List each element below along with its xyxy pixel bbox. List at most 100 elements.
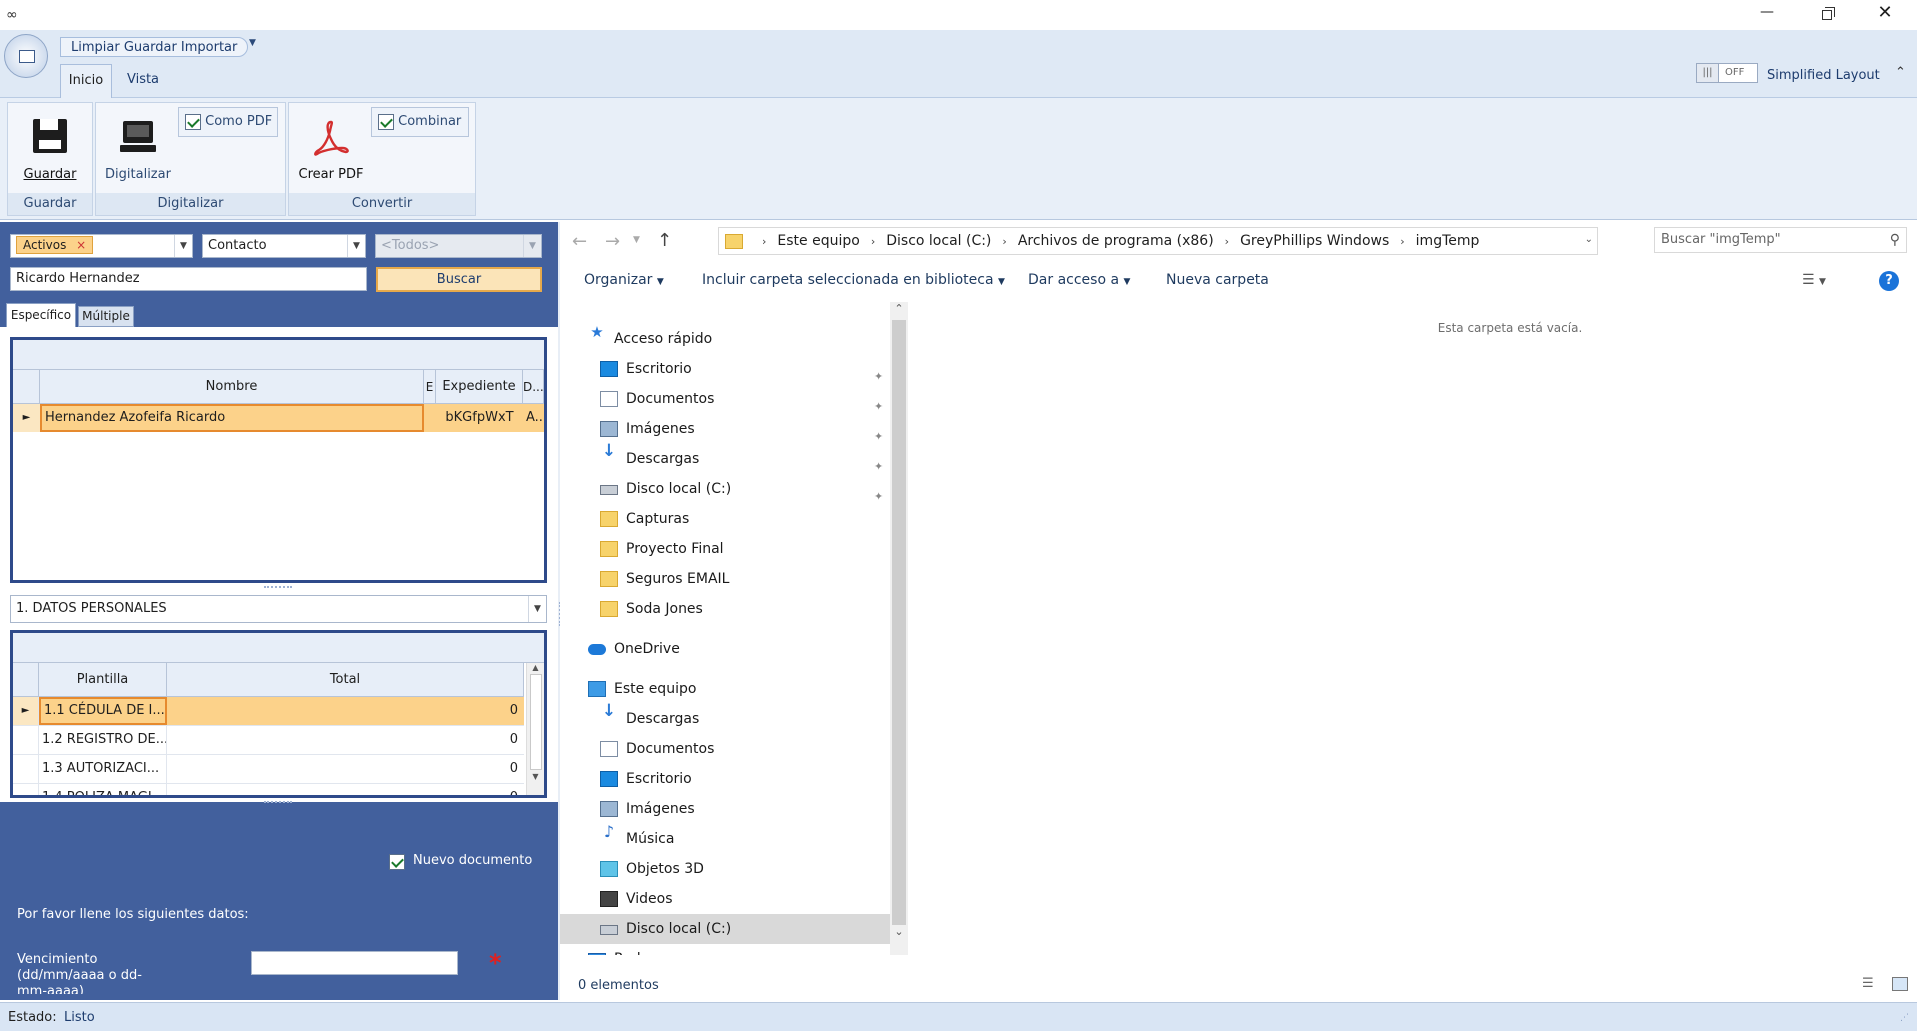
chevron-down-icon[interactable]: ▼ bbox=[528, 596, 546, 622]
breadcrumb-item[interactable]: imgTemp bbox=[1416, 233, 1480, 249]
status-filter-select[interactable]: Activos × ▼ bbox=[10, 234, 193, 258]
organizar-button[interactable]: Organizar ▼ bbox=[584, 272, 664, 288]
scrollbar-thumb[interactable] bbox=[892, 320, 906, 925]
nav-item[interactable]: Disco local (C:) bbox=[560, 914, 890, 944]
cell-expediente[interactable]: bKGfpWxT bbox=[436, 404, 523, 432]
nav-scrollbar[interactable]: ⌃ ⌄ bbox=[890, 302, 908, 955]
nav-item[interactable]: Proyecto Final bbox=[560, 534, 890, 564]
tpl-scrollbar[interactable]: ▲ ▼ bbox=[526, 663, 544, 795]
template-row[interactable]: 1.2 REGISTRO DE... 0 bbox=[13, 726, 524, 755]
address-dropdown-icon[interactable]: ⌄ bbox=[1585, 234, 1593, 245]
splitter-handle[interactable] bbox=[264, 801, 292, 804]
nav-item[interactable]: ★ Acceso rápido bbox=[560, 324, 890, 354]
search-name-input[interactable]: Ricardo Hernandez bbox=[10, 267, 367, 291]
chevron-down-icon[interactable]: ▼ bbox=[523, 235, 541, 257]
nav-item[interactable]: Imágenes ✦ bbox=[560, 414, 890, 444]
splitter-handle[interactable] bbox=[264, 586, 292, 589]
nav-item[interactable]: Disco local (C:) ✦ bbox=[560, 474, 890, 504]
nav-item[interactable]: ♪ Música bbox=[560, 824, 890, 854]
app-menu-button[interactable] bbox=[4, 34, 48, 78]
digitalizar-button[interactable]: Digitalizar bbox=[100, 115, 176, 189]
combinar-checkbox[interactable]: Combinar bbox=[371, 107, 469, 137]
como-pdf-checkbox[interactable]: Como PDF bbox=[178, 107, 278, 137]
nav-item[interactable]: Documentos ✦ bbox=[560, 384, 890, 414]
breadcrumb-separator-icon[interactable]: › bbox=[1002, 235, 1006, 248]
chevron-down-icon[interactable]: ▼ bbox=[347, 235, 365, 257]
cell-total[interactable]: 0 bbox=[167, 784, 522, 795]
breadcrumb-separator-icon[interactable]: › bbox=[1225, 235, 1229, 248]
col-header-total[interactable]: Total bbox=[167, 663, 524, 697]
type-filter-select[interactable]: Contacto ▼ bbox=[202, 234, 366, 258]
close-window-button[interactable]: ✕ bbox=[1870, 2, 1900, 26]
col-header-e[interactable]: E bbox=[424, 370, 436, 404]
cell-d[interactable]: A... bbox=[523, 404, 544, 432]
cell-total[interactable]: 0 bbox=[167, 726, 522, 754]
view-options-icon[interactable]: ☰ ▼ bbox=[1802, 272, 1826, 288]
cell-nombre[interactable]: Hernandez Azofeifa Ricardo bbox=[40, 404, 424, 432]
vencimiento-input[interactable] bbox=[251, 951, 458, 975]
col-header-expediente[interactable]: Expediente bbox=[436, 370, 523, 404]
pin-icon[interactable]: ✦ bbox=[874, 392, 884, 413]
section-select[interactable]: 1. DATOS PERSONALES ▼ bbox=[10, 595, 547, 623]
nav-item[interactable]: Objetos 3D bbox=[560, 854, 890, 884]
address-bar[interactable]: › Este equipo › Disco local (C:) › Archivos d… bbox=[718, 227, 1598, 255]
chevron-down-icon[interactable]: ▼ bbox=[174, 235, 192, 257]
large-icons-view-icon[interactable] bbox=[1892, 977, 1908, 991]
collapse-ribbon-icon[interactable]: ⌃ bbox=[1895, 65, 1906, 80]
restore-button[interactable] bbox=[1812, 4, 1842, 26]
breadcrumb-separator-icon[interactable]: › bbox=[871, 235, 875, 248]
back-icon[interactable]: ← bbox=[572, 231, 587, 252]
buscar-button[interactable]: Buscar bbox=[376, 267, 542, 292]
simplified-layout-toggle[interactable]: ||| OFF bbox=[1696, 63, 1758, 83]
up-icon[interactable]: ↑ bbox=[657, 230, 672, 251]
nav-item[interactable]: Imágenes bbox=[560, 794, 890, 824]
breadcrumb-separator-icon[interactable]: › bbox=[762, 235, 766, 248]
explorer-search-input[interactable]: Buscar "imgTemp" ⚲ bbox=[1654, 227, 1907, 253]
nav-item[interactable]: Este equipo bbox=[560, 674, 890, 704]
tab-especifico[interactable]: Específico bbox=[6, 303, 76, 327]
crear-pdf-button[interactable]: Crear PDF bbox=[293, 115, 369, 189]
qat-customize-icon[interactable]: ▼ bbox=[249, 38, 256, 48]
nav-item[interactable]: Escritorio ✦ bbox=[560, 354, 890, 384]
dar-acceso-button[interactable]: Dar acceso a ▼ bbox=[1028, 272, 1130, 288]
col-header-plantilla[interactable]: Plantilla bbox=[39, 663, 167, 697]
cell-plantilla[interactable]: 1.3 AUTORIZACI... bbox=[39, 755, 167, 783]
cell-plantilla[interactable]: 1.4 POLIZA MAGI... bbox=[39, 784, 167, 795]
pin-icon[interactable]: ✦ bbox=[874, 452, 884, 473]
nav-item[interactable]: Capturas bbox=[560, 504, 890, 534]
breadcrumb-item[interactable]: GreyPhillips Windows bbox=[1240, 233, 1389, 249]
search-icon[interactable]: ⚲ bbox=[1890, 228, 1900, 252]
remove-chip-icon[interactable]: × bbox=[76, 238, 86, 252]
nav-item[interactable]: Videos bbox=[560, 884, 890, 914]
breadcrumb-item[interactable]: Archivos de programa (x86) bbox=[1018, 233, 1214, 249]
cell-plantilla[interactable]: 1.1 CÉDULA DE I... bbox=[39, 697, 167, 725]
cell-total[interactable]: 0 bbox=[167, 755, 522, 783]
tab-multiple[interactable]: Múltiple bbox=[78, 306, 134, 327]
status-chip[interactable]: Activos × bbox=[16, 236, 94, 254]
pin-icon[interactable]: ✦ bbox=[874, 482, 884, 503]
tab-vista[interactable]: Vista bbox=[118, 64, 168, 98]
recent-locations-icon[interactable]: ▼ bbox=[633, 235, 640, 245]
breadcrumb-item[interactable]: Este equipo bbox=[777, 233, 859, 249]
nav-item[interactable]: Seguros EMAIL bbox=[560, 564, 890, 594]
nav-item[interactable]: OneDrive bbox=[560, 634, 890, 664]
tab-inicio[interactable]: Inicio bbox=[60, 64, 112, 98]
nuevo-documento-checkbox[interactable] bbox=[389, 854, 405, 870]
forward-icon[interactable]: → bbox=[605, 231, 620, 252]
nav-item[interactable]: Escritorio bbox=[560, 764, 890, 794]
help-icon[interactable]: ? bbox=[1879, 271, 1899, 291]
pin-icon[interactable]: ✦ bbox=[874, 422, 884, 443]
template-row[interactable]: 1.4 POLIZA MAGI... 0 bbox=[13, 784, 524, 795]
guardar-button[interactable]: Guardar bbox=[12, 115, 88, 189]
col-header-d[interactable]: D... bbox=[523, 370, 544, 404]
resize-grip-icon[interactable]: ⋰ bbox=[1900, 1013, 1909, 1023]
nav-item[interactable]: ↓ Descargas ✦ bbox=[560, 443, 890, 474]
nav-item[interactable]: Soda Jones bbox=[560, 594, 890, 624]
template-row[interactable]: ► 1.1 CÉDULA DE I... 0 bbox=[13, 697, 524, 726]
scrollbar-thumb[interactable] bbox=[529, 674, 542, 770]
breadcrumb-item[interactable]: Disco local (C:) bbox=[886, 233, 991, 249]
table-row[interactable]: ► Hernandez Azofeifa Ricardo bKGfpWxT A.… bbox=[13, 404, 544, 432]
cell-total[interactable]: 0 bbox=[167, 697, 522, 725]
nav-item[interactable]: Documentos bbox=[560, 734, 890, 764]
details-view-icon[interactable]: ☰ bbox=[1862, 976, 1874, 991]
